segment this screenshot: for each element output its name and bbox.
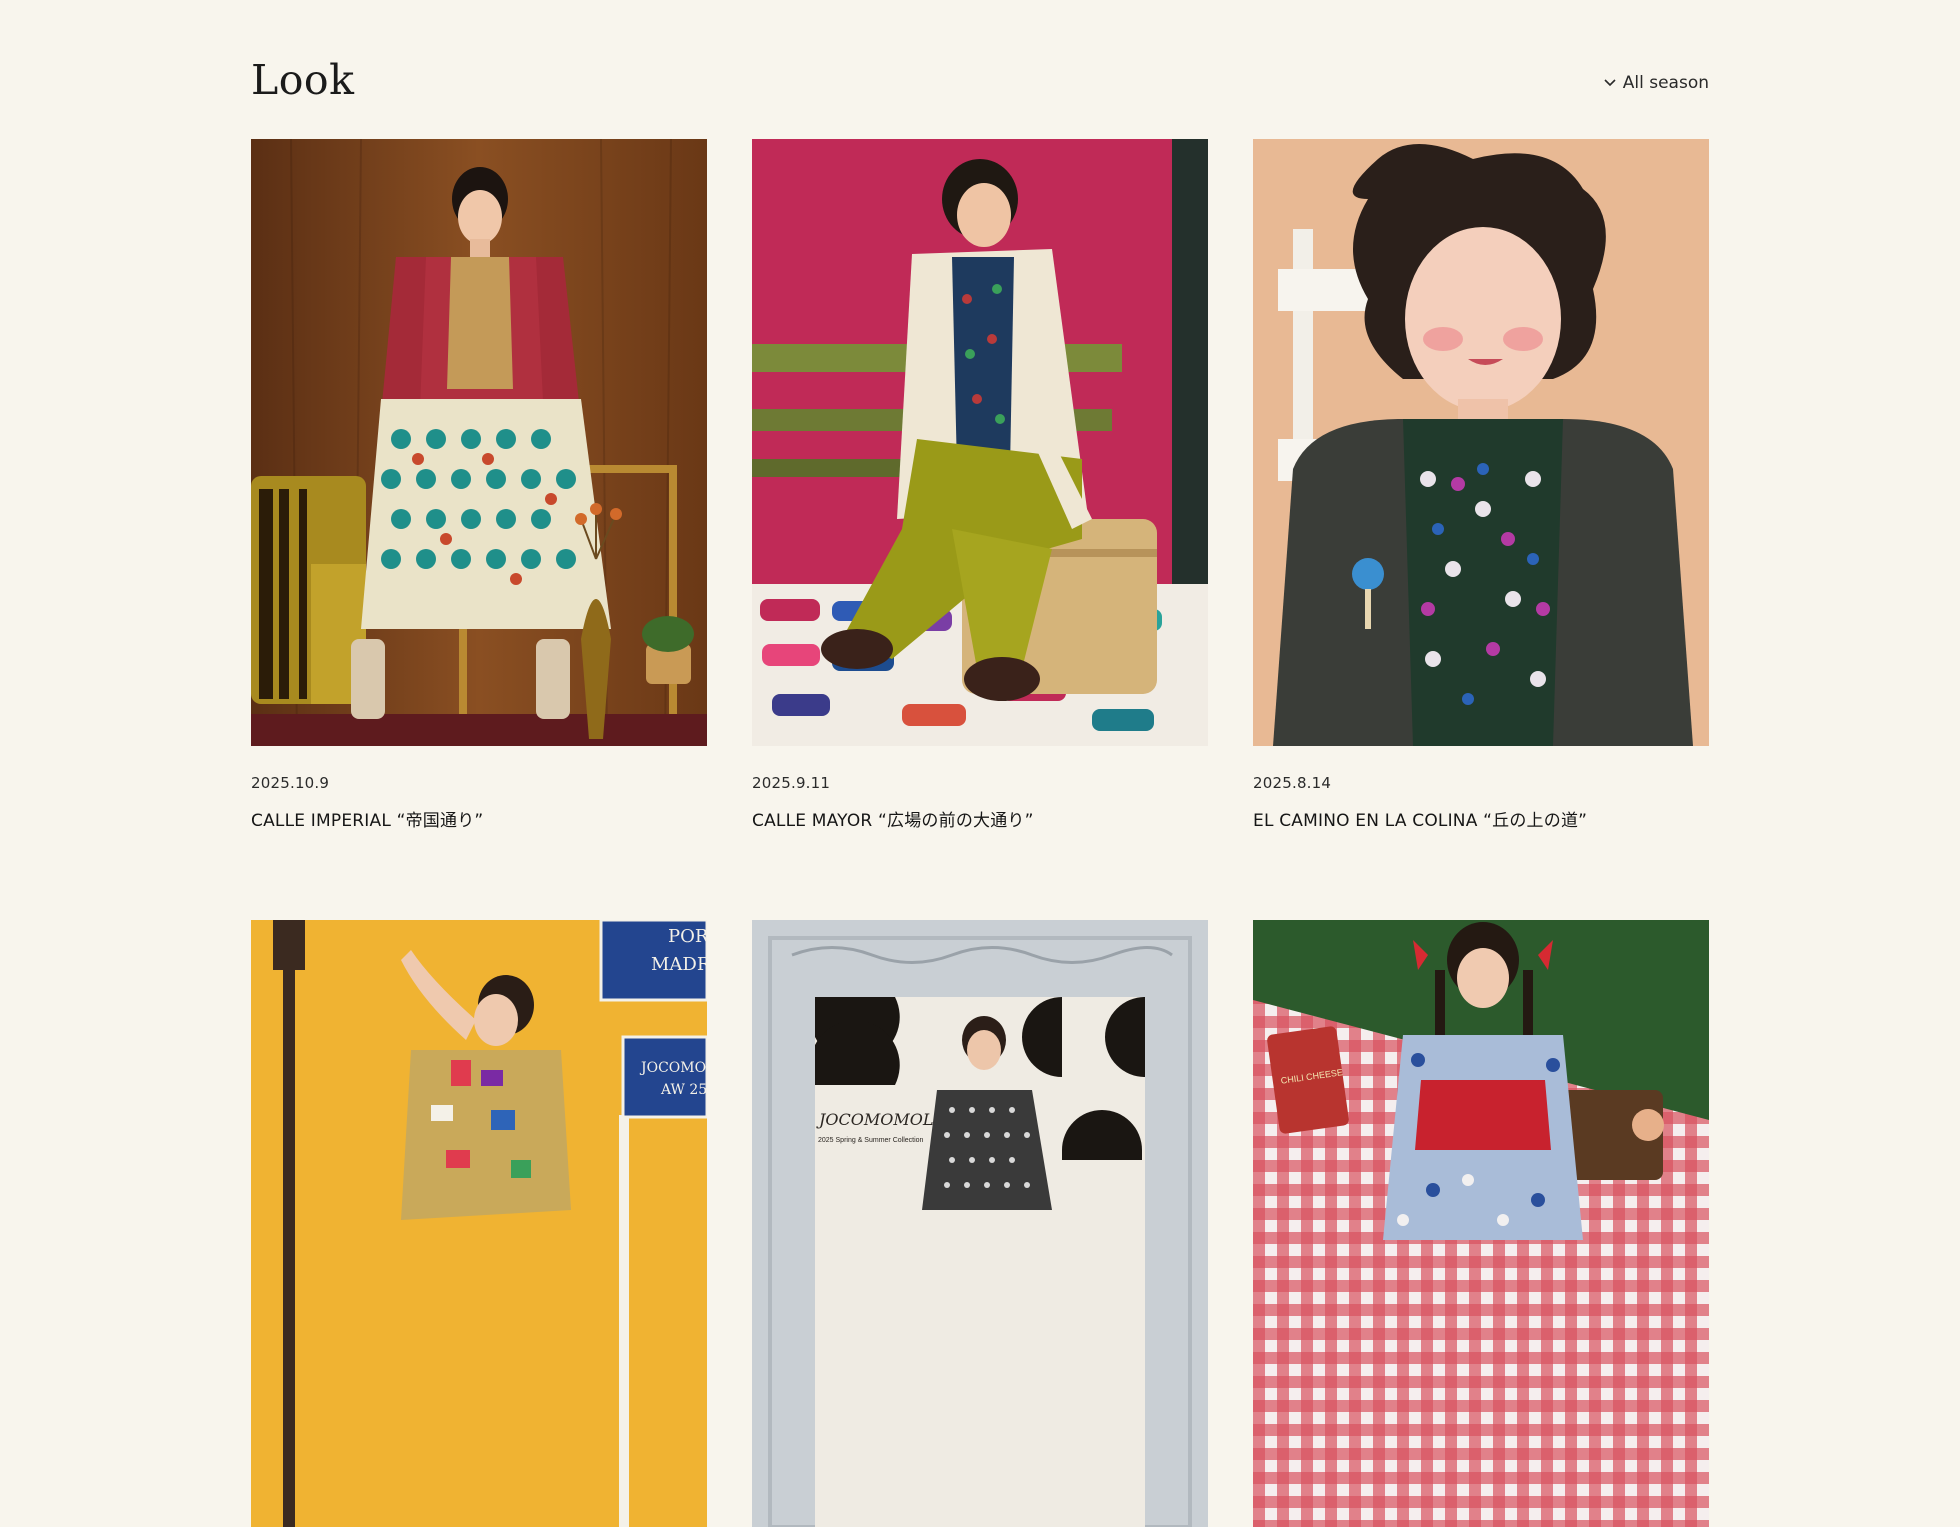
brand-subtitle: 2025 Spring & Summer Collection [818,1137,924,1144]
street-sign-line3: JOCOMOM [639,1060,707,1076]
street-sign-line4: AW 25-2 [660,1082,707,1098]
look-image[interactable]: CHILI CHEESE [1253,920,1709,1527]
look-image[interactable] [1253,139,1709,746]
look-image[interactable] [752,139,1208,746]
chevron-down-icon [1603,78,1617,88]
page-title: Look [251,56,355,104]
look-image[interactable]: JOCOMOMOLA 2025 Spring & Summer Collecti… [752,920,1208,1527]
look-grid: 2025.10.9 CALLE IMPERIAL “帝国通り” 2025.9.1… [251,139,1709,1527]
look-title[interactable]: EL CAMINO EN LA COLINA “丘の上の道” [1253,806,1709,831]
look-date: 2025.8.14 [1253,774,1332,792]
look-image[interactable] [251,139,707,746]
look-card[interactable]: CHILI CHEESE [1253,920,1709,1527]
street-sign-line1: POR [668,926,707,947]
look-card[interactable]: 2025.9.11 CALLE MAYOR “広場の前の大通り” [752,139,1208,831]
look-image[interactable]: POR MADR JOCOMOM AW 25-2 [251,920,707,1527]
page-header: Look All season [251,52,1709,108]
street-sign-line2: MADR [651,954,707,975]
brand-wordmark: JOCOMOMOLA [816,1110,945,1129]
look-date: 2025.9.11 [752,774,831,792]
season-filter[interactable]: All season [1603,73,1709,93]
look-card[interactable]: JOCOMOMOLA 2025 Spring & Summer Collecti… [752,920,1208,1527]
look-title[interactable]: CALLE IMPERIAL “帝国通り” [251,806,707,831]
look-card[interactable]: 2025.8.14 EL CAMINO EN LA COLINA “丘の上の道” [1253,139,1709,831]
look-title[interactable]: CALLE MAYOR “広場の前の大通り” [752,806,1208,831]
season-filter-label: All season [1622,73,1709,93]
look-card[interactable]: 2025.10.9 CALLE IMPERIAL “帝国通り” [251,139,707,831]
look-date: 2025.10.9 [251,774,330,792]
look-page: Look All season 2025.10.9 CALLE IMPERIAL… [0,0,1960,1527]
look-card[interactable]: POR MADR JOCOMOM AW 25-2 [251,920,707,1527]
